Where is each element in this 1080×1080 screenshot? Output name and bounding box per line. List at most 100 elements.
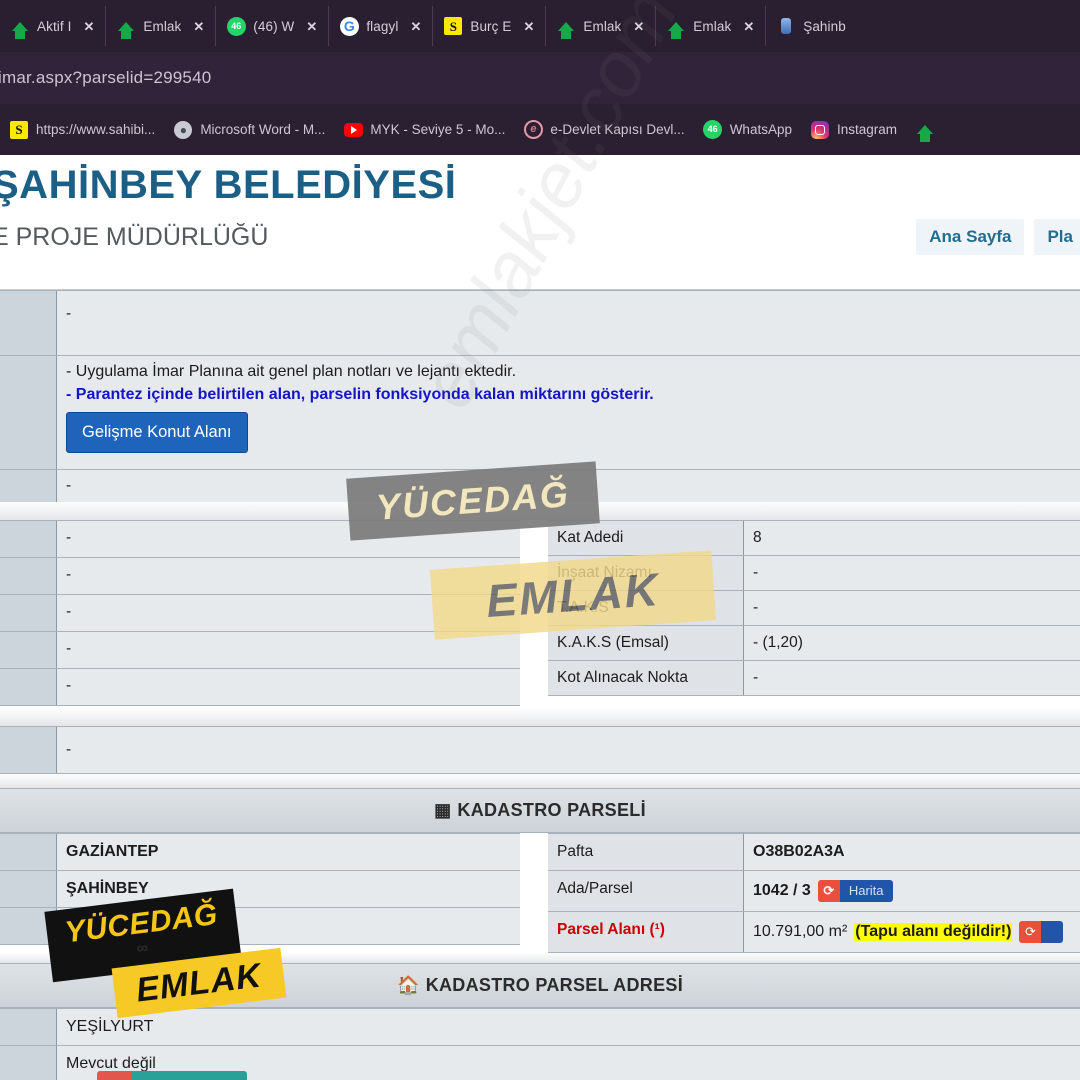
row-value-parsel-alani: 10.791,00 m² (Tapu alanı değildir!) ⟳ [744, 912, 1080, 952]
imar-right-column: Kat Adedi 8 İnşaat Nizamı - T.A.K.S - K.… [548, 520, 1080, 696]
row-label-cell [0, 1046, 57, 1080]
harita-button-2-label [1041, 921, 1064, 943]
google-icon: G [339, 16, 359, 36]
row-label-cell [0, 727, 57, 773]
tab-close-icon[interactable]: ✕ [738, 20, 759, 33]
tab-close-icon[interactable]: ✕ [518, 20, 539, 33]
table-row: Kat Adedi 8 [548, 520, 1080, 555]
edevlet-icon: e [523, 120, 543, 140]
table-row: - [0, 668, 520, 706]
bookmark-item[interactable] [906, 113, 951, 147]
row-value: - [57, 727, 1080, 773]
teal-button[interactable] [131, 1071, 247, 1080]
row-value-taks: - [744, 591, 1080, 625]
section-header-kadastro-parseli: ▦ KADASTRO PARSELİ [0, 788, 1080, 833]
row-value-mahalle-adi: YEŞİLYURT [66, 1018, 154, 1035]
row-label-cell [0, 834, 57, 870]
row-value: - [57, 470, 1080, 502]
browser-tab[interactable]: Aktif I ✕ [0, 6, 105, 46]
browser-tab[interactable]: S Burç E ✕ [432, 6, 545, 46]
screenshot-root: Aktif I ✕ Emlak ✕ 46 (46) W ✕ G flagyl ✕… [0, 0, 1080, 1080]
table-row [0, 907, 520, 945]
tab-close-icon[interactable]: ✕ [188, 20, 209, 33]
row-value-insaat-nizami: - [744, 556, 1080, 590]
imar-detail-block: - - - - - Kat Adedi 8 İnşaat Nizamı - T.… [0, 520, 1080, 708]
browser-tab[interactable]: Emlak ✕ [105, 6, 215, 46]
page-subtitle: E PROJE MÜDÜRLÜĞÜ [0, 223, 269, 251]
row-key-ada-parsel: Ada/Parsel [548, 871, 744, 911]
kadastro-block: GAZİANTEP ŞAHİNBEY Pafta O38B02A3A Ada/P… [0, 833, 1080, 953]
tab-close-icon[interactable]: ✕ [78, 20, 99, 33]
word-icon: ● [173, 120, 193, 140]
parsel-alani-warning: (Tapu alanı değildir!) [854, 923, 1013, 941]
row-key-kaks: K.A.K.S (Emsal) [548, 626, 744, 660]
red-button[interactable] [97, 1071, 131, 1080]
url-text: imar.aspx?parselid=299540 [0, 68, 212, 87]
browser-tab[interactable]: 46 (46) W ✕ [215, 6, 328, 46]
bookmarks-bar: S https://www.sahibi... ● Microsoft Word… [0, 104, 1080, 155]
bookmark-label: https://www.sahibi... [36, 122, 156, 137]
tab-title: Emlak [143, 18, 182, 34]
bottom-action-buttons[interactable] [97, 1071, 247, 1080]
tab-close-icon[interactable]: ✕ [301, 20, 322, 33]
bookmark-item[interactable]: S https://www.sahibi... [0, 113, 164, 147]
imar-footer-rows: - [0, 726, 1080, 774]
tab-title: flagyl [366, 18, 399, 34]
table-row: - [0, 557, 520, 594]
tab-title: Aktif I [37, 18, 72, 34]
sahibinden-icon: S [9, 120, 29, 140]
house-green-icon [116, 16, 136, 39]
nav-item-ana-sayfa[interactable]: Ana Sayfa [916, 219, 1025, 255]
nav-item-plan[interactable]: Pla [1034, 219, 1080, 255]
table-row: Kot Alınacak Nokta - [548, 660, 1080, 696]
row-label-cell [0, 632, 57, 668]
function-button[interactable]: Gelişme Konut Alanı [66, 412, 248, 453]
table-row: - [0, 520, 520, 557]
table-row-notes: - Uygulama İmar Planına ait genel plan n… [0, 355, 1080, 469]
table-row: GAZİANTEP [0, 833, 520, 870]
table-row: İnşaat Nizamı - [548, 555, 1080, 590]
browser-tab[interactable]: G flagyl ✕ [328, 6, 432, 46]
home-icon: 🏠 [396, 975, 420, 995]
table-row: K.A.K.S (Emsal) - (1,20) [548, 625, 1080, 660]
instagram-icon [810, 120, 830, 140]
section-header-label: KADASTRO PARSEL ADRESİ [425, 975, 683, 995]
bookmark-item[interactable]: MYK - Seviye 5 - Mo... [334, 113, 514, 147]
parsel-alani-text: 10.791,00 m² [753, 923, 848, 940]
bookmark-item[interactable]: e e-Devlet Kapısı Devl... [514, 113, 693, 147]
bookmark-item[interactable]: ● Microsoft Word - M... [164, 113, 334, 147]
table-row: - [0, 290, 1080, 355]
row-value: - [57, 521, 520, 557]
whatsapp-icon: 46 [703, 120, 723, 140]
harita-button-2[interactable]: ⟳ [1019, 921, 1064, 943]
grid-squares-icon: ▦ [434, 800, 452, 820]
location-pin-icon: ⟳ [817, 880, 840, 902]
tab-title: (46) W [253, 18, 295, 34]
tab-close-icon[interactable]: ✕ [628, 20, 649, 33]
browser-tab[interactable]: Emlak ✕ [545, 6, 655, 46]
house-green-icon [10, 16, 30, 39]
tab-close-icon[interactable]: ✕ [405, 20, 426, 33]
youtube-icon [343, 120, 363, 140]
whatsapp-icon: 46 [226, 16, 246, 36]
table-row: - [0, 726, 1080, 774]
house-green-icon [915, 120, 935, 142]
bookmark-item[interactable]: Instagram [801, 113, 906, 147]
site-header: ŞAHİNBEY BELEDİYESİ E PROJE MÜDÜRLÜĞÜ An… [0, 155, 1080, 290]
row-label-cell [0, 595, 57, 631]
imar-table: - - Uygulama İmar Planına ait genel plan… [0, 290, 1080, 502]
table-row: YEŞİLYURT [0, 1008, 1080, 1045]
section-divider [0, 774, 1080, 788]
location-pin-icon: ⟳ [1019, 921, 1042, 943]
row-key-kat-adedi: Kat Adedi [548, 521, 744, 555]
browser-tab[interactable]: Emlak ✕ [655, 6, 765, 46]
section-header-label: KADASTRO PARSELİ [457, 800, 646, 820]
page-title: ŞAHİNBEY BELEDİYESİ [0, 163, 457, 207]
browser-tab[interactable]: Şahinb [765, 6, 852, 46]
harita-button[interactable]: ⟳ Harita [817, 880, 893, 902]
address-bar[interactable]: imar.aspx?parselid=299540 [0, 52, 1080, 104]
bookmark-label: Instagram [836, 122, 897, 137]
row-key-taks: T.A.K.S [548, 591, 744, 625]
row-value: - [57, 291, 1080, 355]
bookmark-item[interactable]: 46 WhatsApp [694, 113, 801, 147]
